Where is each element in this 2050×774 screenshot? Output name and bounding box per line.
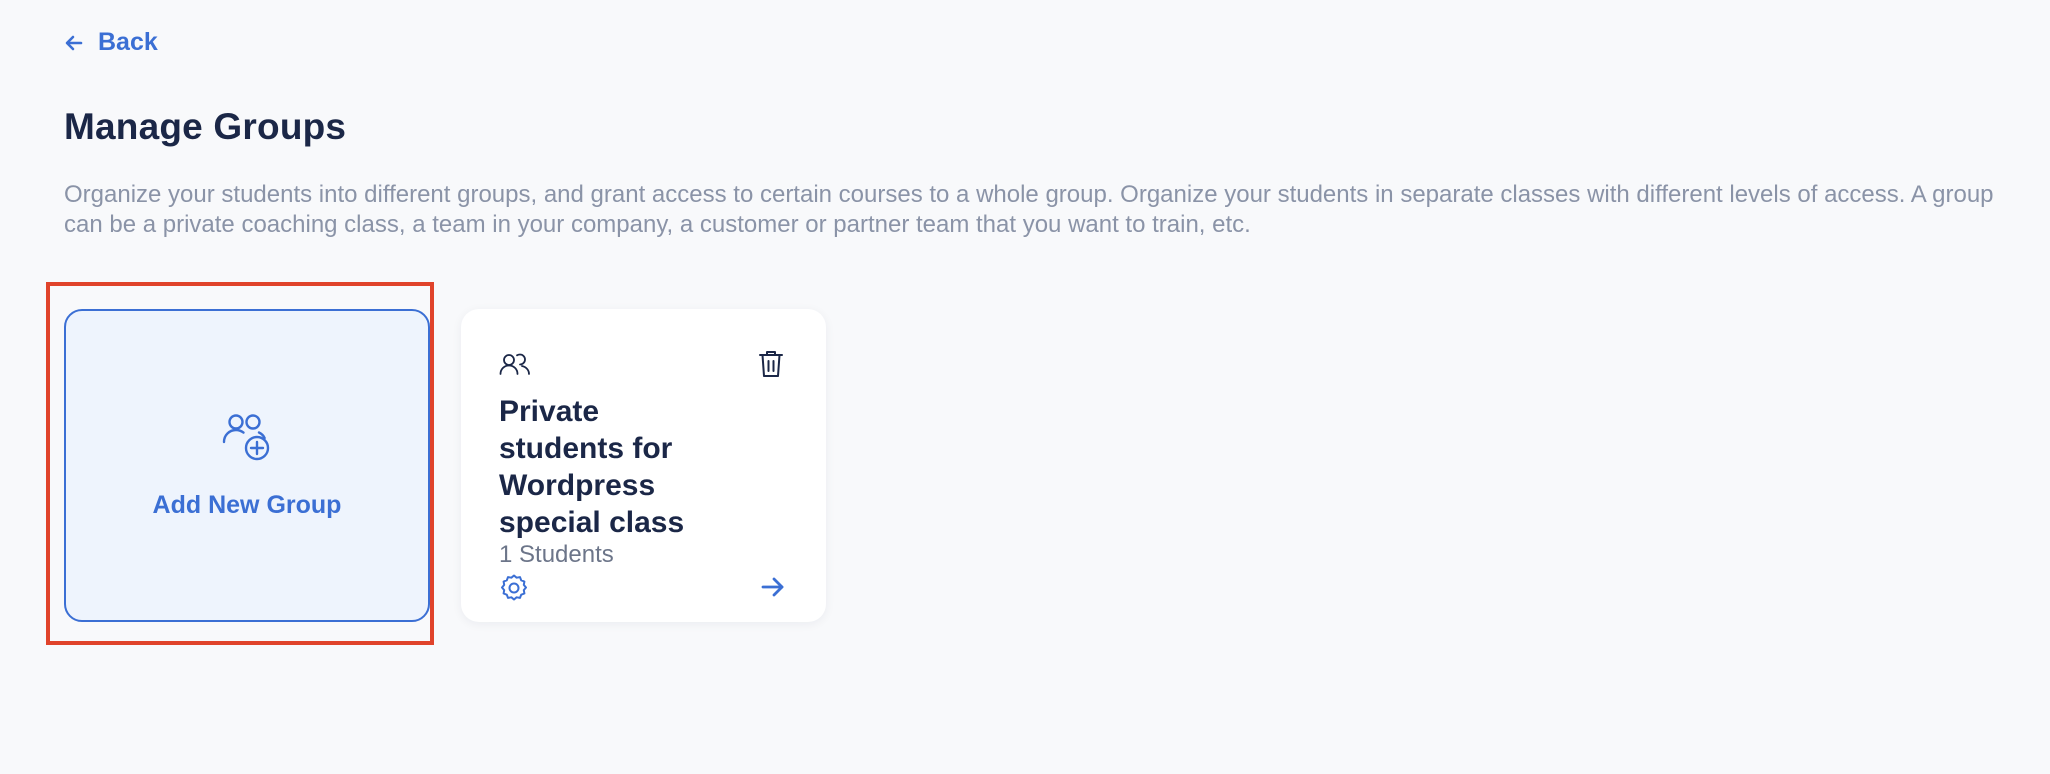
gear-icon[interactable] (499, 573, 529, 608)
arrow-left-icon (64, 33, 84, 53)
page-title: Manage Groups (64, 106, 347, 147)
back-link-label: Back (98, 28, 158, 56)
group-name: Private students for Wordpress special c… (499, 395, 685, 539)
add-new-group-button[interactable]: Add New Group (64, 309, 430, 622)
arrow-right-icon[interactable] (760, 575, 786, 604)
group-card[interactable]: Private students for Wordpress special c… (461, 309, 826, 622)
users-icon (499, 353, 531, 380)
add-new-group-label: Add New Group (152, 490, 342, 519)
trash-icon[interactable] (758, 349, 784, 384)
users-plus-icon (221, 412, 273, 469)
page-description: Organize your students into different gr… (64, 181, 1994, 238)
back-link[interactable]: Back (64, 28, 158, 57)
student-count: 1 Students (499, 541, 614, 568)
